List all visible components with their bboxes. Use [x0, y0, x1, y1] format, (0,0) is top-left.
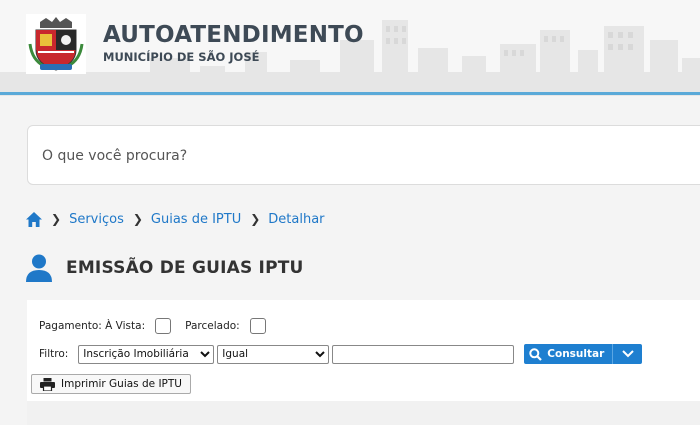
- breadcrumb-item-servicos[interactable]: Serviços: [69, 212, 124, 227]
- municipal-logo[interactable]: [26, 14, 86, 74]
- print-button[interactable]: Imprimir Guias de IPTU: [31, 374, 191, 394]
- filtro-field-select[interactable]: Inscrição Imobiliária: [78, 344, 215, 364]
- consultar-button-group: Consultar: [524, 344, 643, 364]
- search-box[interactable]: [27, 125, 700, 185]
- breadcrumb-item-guias-iptu[interactable]: Guias de IPTU: [151, 212, 241, 227]
- print-label: Imprimir Guias de IPTU: [61, 378, 182, 390]
- consultar-label: Consultar: [547, 348, 605, 360]
- home-icon[interactable]: [26, 211, 42, 227]
- consultar-button[interactable]: Consultar: [524, 344, 613, 364]
- chevron-right-icon: ❯: [132, 212, 143, 226]
- chevron-down-icon: [315, 350, 325, 357]
- breadcrumb: ❯ Serviços ❯ Guias de IPTU ❯ Detalhar: [26, 209, 325, 229]
- a-vista-checkbox[interactable]: [155, 318, 172, 334]
- chevron-right-icon: ❯: [250, 212, 261, 226]
- filtro-operator-select[interactable]: Igual: [217, 344, 330, 364]
- app-title: AUTOATENDIMENTO: [103, 22, 364, 48]
- filtro-value-input[interactable]: [332, 344, 515, 364]
- header-accent-line: [0, 92, 700, 95]
- chevron-down-icon: [200, 350, 210, 357]
- filtro-label: Filtro:: [39, 348, 69, 360]
- pagamento-label: Pagamento: À Vista:: [39, 320, 146, 332]
- chevron-right-icon: ❯: [51, 212, 62, 226]
- chevron-down-icon: [622, 350, 634, 358]
- user-icon: [26, 254, 52, 282]
- filtro-field-value: Inscrição Imobiliária: [83, 348, 189, 360]
- filtro-operator-value: Igual: [222, 348, 249, 360]
- search-input[interactable]: [42, 144, 682, 168]
- app-subtitle: MUNICÍPIO DE SÃO JOSÉ: [103, 50, 260, 64]
- page-header: EMISSÃO DE GUIAS IPTU: [26, 252, 304, 284]
- breadcrumb-item-detalhar[interactable]: Detalhar: [268, 212, 324, 227]
- coat-of-arms-icon: [28, 17, 84, 71]
- page-title: EMISSÃO DE GUIAS IPTU: [66, 258, 304, 278]
- parcelado-checkbox[interactable]: [249, 318, 266, 334]
- consultar-dropdown-toggle[interactable]: [612, 344, 643, 364]
- search-icon: [529, 347, 543, 361]
- printer-icon: [40, 377, 55, 391]
- site-header: AUTOATENDIMENTO MUNICÍPIO DE SÃO JOSÉ: [0, 0, 700, 96]
- results-area: [27, 401, 700, 425]
- parcelado-label: Parcelado:: [185, 320, 240, 332]
